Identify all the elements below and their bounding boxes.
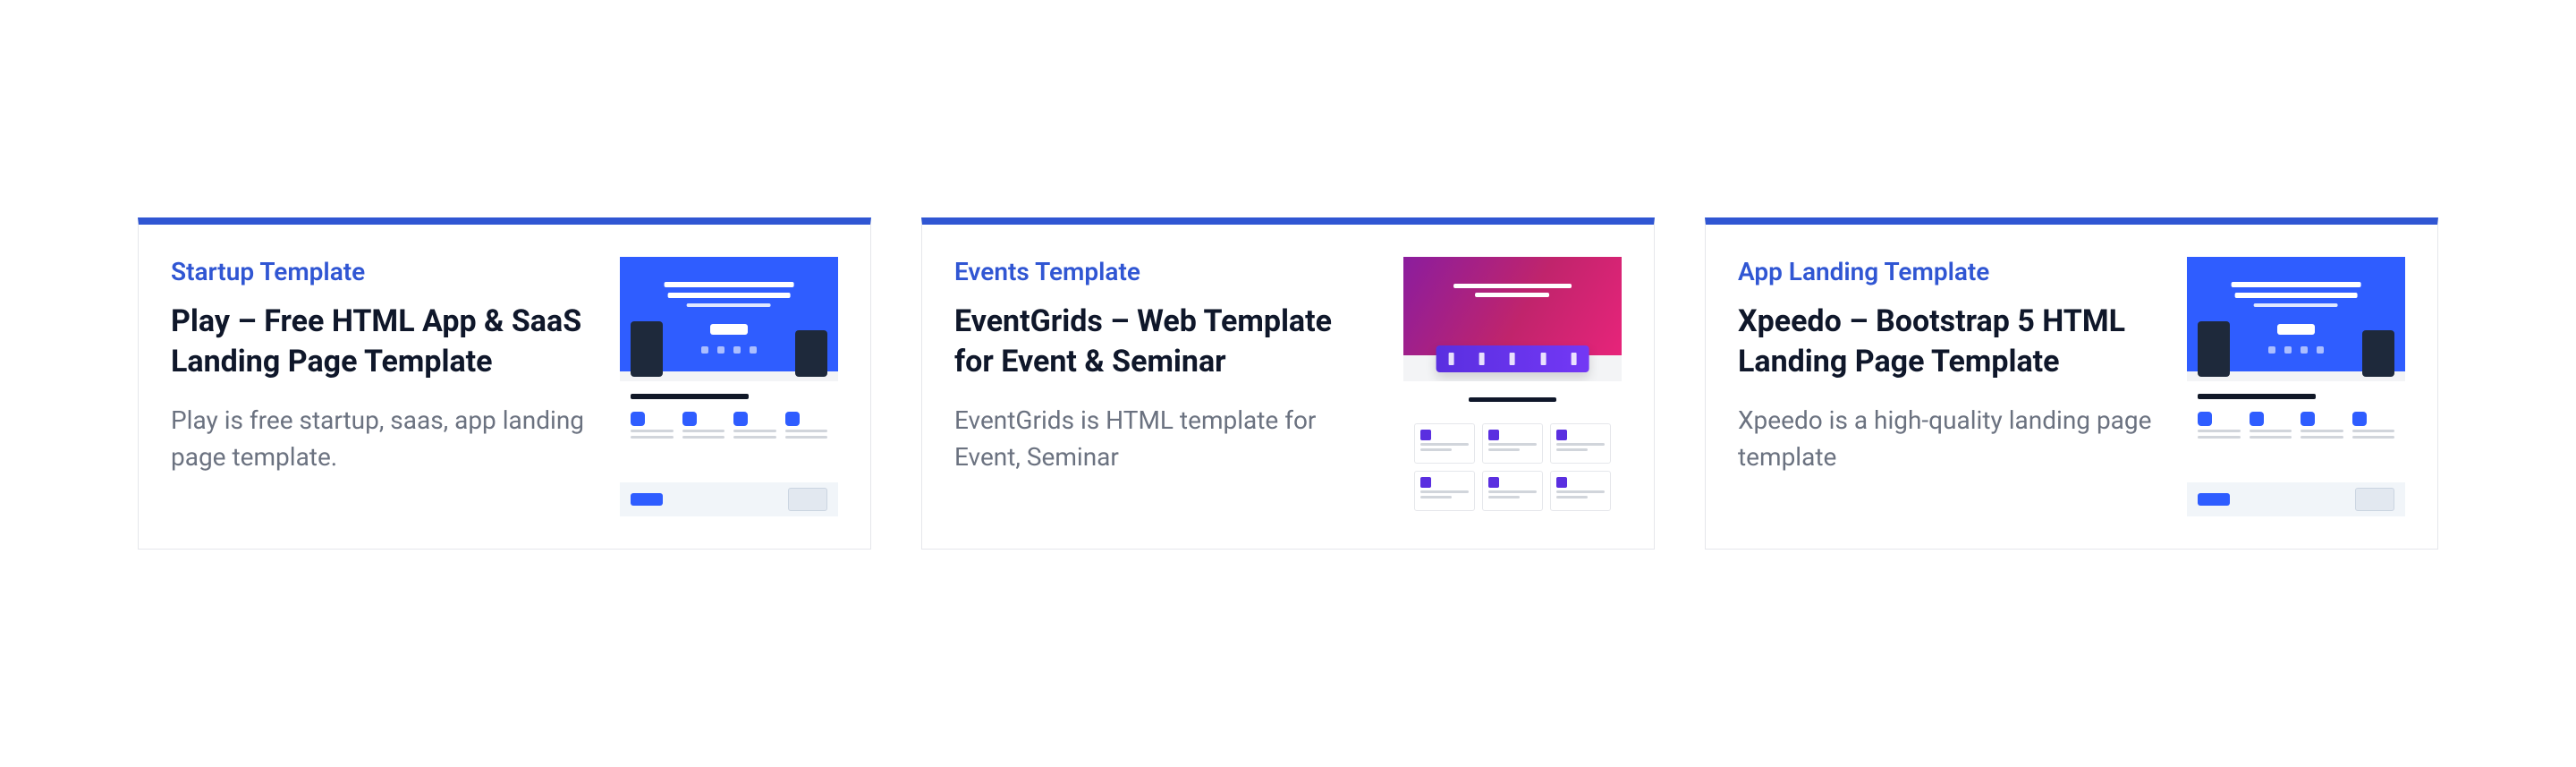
card-title: Xpeedo – Bootstrap 5 HTML Landing Page T… (1738, 302, 2162, 384)
card-category: Events Template (954, 257, 1378, 287)
card-title: EventGrids – Web Template for Event & Se… (954, 302, 1378, 384)
card-title: Play – Free HTML App & SaaS Landing Page… (171, 302, 595, 384)
template-card-play[interactable]: Startup Template Play – Free HTML App & … (138, 217, 871, 550)
card-text: Startup Template Play – Free HTML App & … (171, 257, 595, 516)
card-description: Play is free startup, saas, app landing … (171, 403, 595, 475)
template-card-eventgrids[interactable]: Events Template EventGrids – Web Templat… (921, 217, 1655, 550)
template-cards-row: Startup Template Play – Free HTML App & … (0, 217, 2576, 550)
card-thumbnail (620, 257, 838, 516)
card-description: Xpeedo is a high-quality landing page te… (1738, 403, 2162, 475)
card-category: Startup Template (171, 257, 595, 287)
card-thumbnail (2187, 257, 2405, 516)
card-category: App Landing Template (1738, 257, 2162, 287)
card-text: Events Template EventGrids – Web Templat… (954, 257, 1378, 516)
card-description: EventGrids is HTML template for Event, S… (954, 403, 1378, 475)
card-thumbnail (1403, 257, 1622, 516)
card-text: App Landing Template Xpeedo – Bootstrap … (1738, 257, 2162, 516)
template-card-xpeedo[interactable]: App Landing Template Xpeedo – Bootstrap … (1705, 217, 2438, 550)
